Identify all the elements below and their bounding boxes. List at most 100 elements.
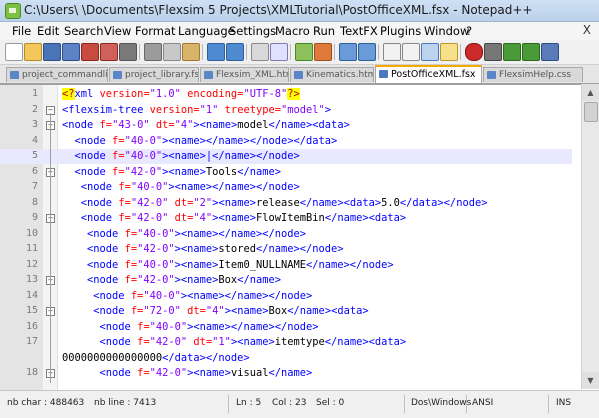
code-line[interactable]: 14 <node f="40-0"><name></name></node>	[0, 289, 572, 304]
code-line[interactable]: 10 <node f="40-0"><name></name></node>	[0, 227, 572, 242]
print-icon[interactable]	[119, 43, 137, 61]
code-token: "42-0"	[149, 367, 188, 379]
menu-plugins[interactable]: Plugins	[380, 24, 421, 38]
menu-textfx[interactable]: TextFX	[340, 24, 378, 38]
redo-icon[interactable]	[226, 43, 244, 61]
save-macro-icon[interactable]	[541, 43, 559, 61]
tab-project-commandlist-fsx[interactable]: project_commandlist.fsx	[6, 67, 108, 82]
notepadpp-app-icon	[5, 3, 21, 19]
paste-icon[interactable]	[182, 43, 200, 61]
tab-label: Kinematics.html	[306, 70, 374, 80]
code-line[interactable]: 7 <node f="40-0"><name></name></node>	[0, 180, 572, 195]
vertical-scrollbar[interactable]: ▲ ▼	[581, 84, 599, 389]
sync-vertical-icon[interactable]	[339, 43, 357, 61]
code-token: "1"	[212, 336, 231, 348]
close-document-icon[interactable]: X	[583, 23, 591, 37]
status-divider	[466, 395, 467, 413]
menu-bar: X File Edit Search View Format Language Settin…	[0, 22, 599, 40]
code-text: <node f="43-0" dt="4"><name>model</name>…	[62, 118, 350, 133]
scroll-up-icon[interactable]: ▲	[582, 84, 599, 101]
zoom-out-icon[interactable]	[314, 43, 332, 61]
menu-file[interactable]: File	[12, 24, 31, 38]
code-token: dt=	[168, 196, 194, 209]
code-line[interactable]: 4 <node f="40-0"><name></name></node></d…	[0, 134, 572, 149]
code-line[interactable]: 17 <node f="42-0" dt="1"><name>itemtype<…	[0, 335, 572, 350]
close-icon[interactable]	[81, 43, 99, 61]
code-token: "1.0"	[149, 88, 181, 100]
sync-horizontal-icon[interactable]	[358, 43, 376, 61]
replace-icon[interactable]	[270, 43, 288, 61]
line-number: 2	[31, 103, 38, 115]
code-line[interactable]: 13− <node f="42-0"><name>Box</name>	[0, 273, 572, 288]
code-text: <node f="40-0"><name></name></node></dat…	[62, 134, 338, 149]
code-line[interactable]: 2− <flexsim-tree version="1" treetype="mo…	[0, 103, 572, 118]
code-token: "43-0"	[112, 119, 150, 131]
code-line[interactable]: 15− <node f="72-0" dt="4"><name>Box</nam…	[0, 304, 572, 319]
menu-edit[interactable]: Edit	[37, 24, 59, 38]
menu-window[interactable]: Window	[424, 24, 469, 38]
code-line[interactable]: 18− <node f="42-0"><name>visual</name>	[0, 366, 572, 381]
toolbar-separator	[460, 44, 461, 60]
code-editor[interactable]: 1 <?xml version="1.0" encoding="UTF-8"?> 2…	[0, 84, 599, 390]
menu-format[interactable]: Format	[135, 24, 176, 38]
code-token: ><name>	[174, 274, 219, 286]
status-line-count: nb line : 7413	[94, 398, 157, 408]
save-icon[interactable]	[43, 43, 61, 61]
user-defined-language-icon[interactable]	[440, 43, 458, 61]
cut-icon[interactable]	[144, 43, 162, 61]
word-wrap-icon[interactable]	[383, 43, 401, 61]
playback-macro-icon[interactable]	[503, 43, 521, 61]
code-token: <node	[62, 150, 113, 162]
indent-guide-icon[interactable]	[421, 43, 439, 61]
code-line[interactable]: 16 <node f="40-0"><name></name></node>	[0, 320, 572, 335]
scroll-down-icon[interactable]: ▼	[582, 372, 599, 389]
code-text: <node f="42-0" dt="4"><name>FlowItemBin<…	[62, 211, 406, 226]
record-macro-icon[interactable]	[465, 43, 483, 61]
save-all-icon[interactable]	[62, 43, 80, 61]
code-line[interactable]: 11 <node f="42-0"><name>stored</name></n…	[0, 242, 572, 257]
code-line[interactable]: 3−<node f="43-0" dt="4"><name>model</nam…	[0, 118, 572, 133]
code-line[interactable]: 8 <node f="42-0" dt="2"><name>release</n…	[0, 196, 572, 211]
code-token: "UTF-8"	[243, 88, 288, 100]
code-line[interactable]: 9− <node f="42-0" dt="4"><name>FlowItemB…	[0, 211, 572, 226]
code-token: ><name></name></node>	[174, 227, 306, 240]
menu-run[interactable]: Run	[313, 24, 335, 38]
code-token: <node	[62, 336, 138, 348]
menu-view[interactable]: View	[104, 24, 131, 38]
close-all-icon[interactable]	[100, 43, 118, 61]
menu-help[interactable]: ?	[466, 24, 472, 38]
tab-project-library-fsx[interactable]: project_library.fsx	[109, 67, 199, 82]
zoom-in-icon[interactable]	[295, 43, 313, 61]
stop-recording-icon[interactable]	[484, 43, 502, 61]
code-token: xml	[74, 88, 100, 100]
code-token: release	[255, 196, 300, 209]
line-number: 14	[25, 289, 38, 301]
menu-settings[interactable]: Settings	[229, 24, 276, 38]
code-line[interactable]: 12 <node f="40-0"><name>Item0_NULLNAME</…	[0, 258, 572, 273]
code-token: dt=	[180, 305, 206, 317]
copy-icon[interactable]	[163, 43, 181, 61]
tab-flexsimhelp-css[interactable]: FlexsimHelp.css	[483, 67, 583, 82]
menu-macro[interactable]: Macro	[275, 24, 310, 38]
new-file-icon[interactable]	[5, 43, 23, 61]
tab-postofficexml-fsx[interactable]: PostOfficeXML.fsx	[375, 65, 482, 83]
code-token: f=	[137, 336, 150, 348]
undo-icon[interactable]	[207, 43, 225, 61]
code-token: f=	[124, 243, 138, 255]
code-line[interactable]: 1 <?xml version="1.0" encoding="UTF-8"?>	[0, 87, 572, 102]
find-icon[interactable]	[251, 43, 269, 61]
show-all-characters-icon[interactable]	[402, 43, 420, 61]
code-text: <node f="42-0" dt="2"><name>release</nam…	[62, 196, 488, 211]
code-line[interactable]: 5 <node f="40-0"><name>|</name></node>	[0, 149, 572, 164]
code-line[interactable]: 6− <node f="42-0"><name>Tools</name>	[0, 165, 572, 180]
status-char-count: nb char : 488463	[7, 398, 85, 408]
scrollbar-thumb[interactable]	[584, 102, 598, 122]
menu-search[interactable]: Search	[64, 24, 104, 38]
tab-flexsim-xml-html[interactable]: Flexsim_XML.html	[200, 67, 289, 82]
tab-kinematics-html[interactable]: Kinematics.html	[290, 67, 374, 82]
code-token: "4"	[174, 119, 194, 131]
code-line[interactable]: 0000000000000000</data></node>	[0, 351, 572, 366]
open-file-icon[interactable]	[24, 43, 42, 61]
run-macro-multiple-icon[interactable]	[522, 43, 540, 61]
menu-language[interactable]: Language	[178, 24, 235, 38]
